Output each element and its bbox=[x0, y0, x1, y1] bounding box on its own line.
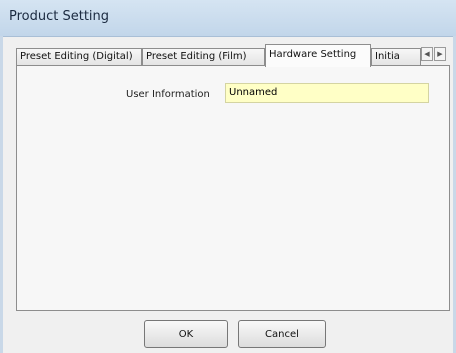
title-bar: Product Setting bbox=[0, 0, 456, 37]
user-information-input[interactable]: Unnamed bbox=[225, 83, 429, 103]
ok-button-label: OK bbox=[178, 329, 194, 340]
window-title: Product Setting bbox=[9, 9, 110, 24]
ok-button[interactable]: OK bbox=[144, 320, 228, 348]
arrow-right-icon[interactable]: ▶ bbox=[434, 47, 446, 61]
tab-initial[interactable]: Initia bbox=[371, 48, 421, 65]
tab-panel-hardware-setting: User Information Unnamed bbox=[16, 65, 450, 311]
arrow-left-icon[interactable]: ◀ bbox=[421, 47, 433, 61]
tab-preset-editing-film[interactable]: Preset Editing (Film) bbox=[142, 48, 265, 65]
cancel-button-label: Cancel bbox=[265, 329, 299, 340]
tab-hardware-setting[interactable]: Hardware Setting bbox=[265, 44, 371, 67]
cancel-button[interactable]: Cancel bbox=[238, 320, 326, 348]
tab-preset-editing-digital[interactable]: Preset Editing (Digital) bbox=[16, 48, 142, 65]
tab-strip: Preset Editing (Digital) Preset Editing … bbox=[16, 44, 450, 67]
window-left-border bbox=[0, 36, 3, 353]
user-information-label: User Information bbox=[126, 89, 210, 100]
